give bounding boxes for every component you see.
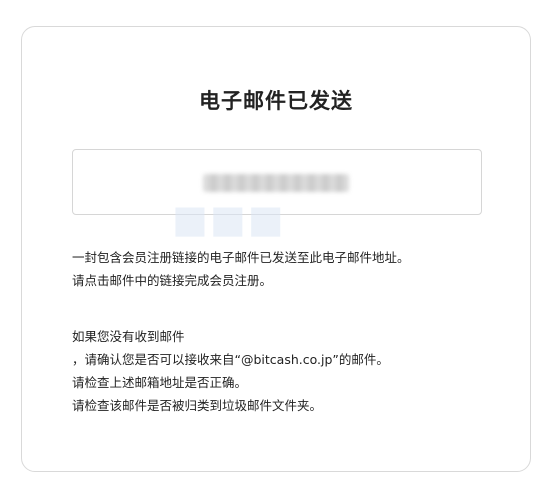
confirmation-message: 一封包含会员注册链接的电子邮件已发送至此电子邮件地址。 请点击邮件中的链接完成会… xyxy=(72,246,492,292)
troubleshooting-heading: 如果您没有收到邮件 xyxy=(72,329,185,344)
redacted-email-address xyxy=(203,174,349,192)
troubleshooting-tip-domain: ，请确认您是否可以接收来自“@bitcash.co.jp”的邮件。 xyxy=(72,352,389,367)
confirmation-line-2: 请点击邮件中的链接完成会员注册。 xyxy=(72,273,273,288)
troubleshooting-tip-spam: 请检查该邮件是否被归类到垃圾邮件文件夹。 xyxy=(72,398,323,413)
troubleshooting-section: 如果您没有收到邮件 ，请确认您是否可以接收来自“@bitcash.co.jp”的… xyxy=(72,325,492,417)
troubleshooting-tip-address: 请检查上述邮箱地址是否正确。 xyxy=(72,375,248,390)
confirmation-line-1: 一封包含会员注册链接的电子邮件已发送至此电子邮件地址。 xyxy=(72,250,410,265)
email-sent-card: 电子邮件已发送 ■■■ 一封包含会员注册链接的电子邮件已发送至此电子邮件地址。 … xyxy=(21,26,531,472)
page-title: 电子邮件已发送 xyxy=(199,89,353,113)
sent-email-address-box xyxy=(72,149,482,215)
